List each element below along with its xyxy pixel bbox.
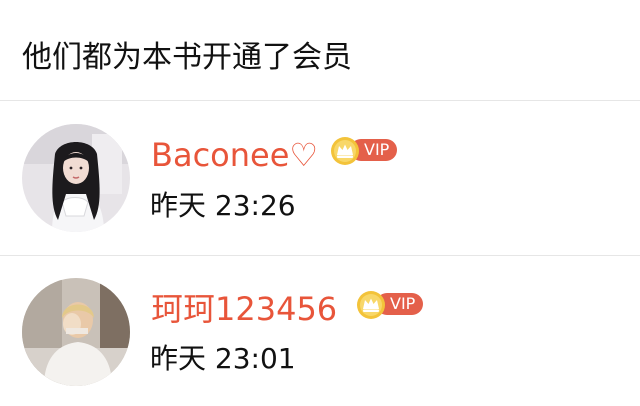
page-header: 他们都为本书开通了会员 <box>0 0 640 100</box>
member-row[interactable]: 珂珂123456 VIP 昨天 23:01 <box>0 256 640 406</box>
timestamp: 昨天 23:26 <box>150 189 296 222</box>
avatar-photo-icon <box>22 278 130 386</box>
timestamp: 昨天 23:01 <box>150 342 296 375</box>
page-title: 他们都为本书开通了会员 <box>22 40 352 75</box>
username[interactable]: Baconee♡ <box>151 135 318 175</box>
username[interactable]: 珂珂123456 <box>151 289 337 329</box>
member-row[interactable]: Baconee♡ VIP 昨天 23:26 <box>0 101 640 251</box>
avatar-photo-icon <box>22 124 130 232</box>
crown-icon <box>331 137 359 165</box>
avatar[interactable] <box>22 124 130 232</box>
avatar[interactable] <box>22 278 130 386</box>
crown-icon <box>357 291 385 319</box>
